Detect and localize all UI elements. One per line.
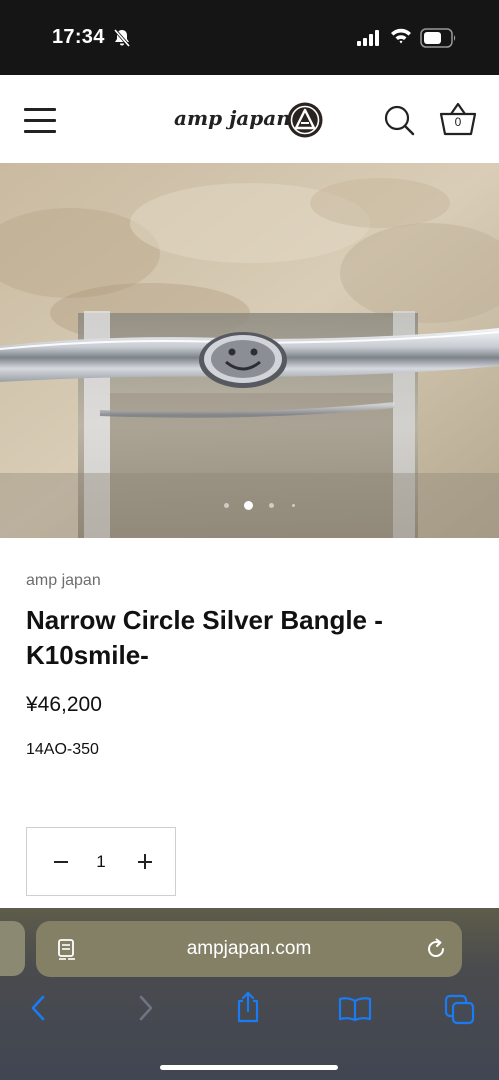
product-title: Narrow Circle Silver Bangle - K10smile- (26, 605, 383, 670)
status-bar: 17:34 (0, 0, 499, 75)
status-time: 17:34 (52, 26, 105, 48)
url-text: ampjapan.com (186, 938, 312, 959)
product-vendor[interactable]: amp japan (26, 572, 101, 590)
product-sku: 14AO-350 (26, 741, 99, 758)
battery-icon (420, 28, 458, 53)
wifi-icon (390, 27, 412, 50)
cellular-signal-icon (357, 30, 383, 51)
forward-icon[interactable] (136, 994, 156, 1027)
browser-toolbar: ampjapan.com (0, 908, 499, 1080)
amp-japan-emblem-icon (286, 101, 324, 144)
hamburger-menu-icon[interactable] (24, 108, 56, 133)
reload-icon[interactable] (424, 937, 448, 966)
bell-slash-icon (112, 28, 132, 53)
share-icon[interactable] (234, 990, 262, 1029)
bookmarks-icon[interactable] (338, 996, 372, 1027)
gallery-dot-active[interactable] (244, 501, 253, 510)
gallery-pagination[interactable] (0, 499, 499, 511)
site-header: amp japan 0 (0, 75, 499, 163)
quantity-stepper: 1 (26, 827, 176, 896)
search-icon[interactable] (383, 104, 415, 141)
logo-text: amp japan (174, 106, 291, 130)
product-image-gallery[interactable] (0, 163, 499, 538)
quantity-decrease-button[interactable] (53, 850, 71, 872)
gallery-dot[interactable] (292, 504, 295, 507)
gallery-dot[interactable] (269, 503, 274, 508)
home-indicator[interactable] (160, 1065, 338, 1070)
address-bar[interactable]: ampjapan.com (36, 921, 462, 977)
shopping-basket-icon[interactable]: 0 (438, 101, 478, 142)
quantity-value[interactable]: 1 (91, 852, 111, 872)
cart-count: 0 (454, 115, 462, 129)
back-icon[interactable] (28, 994, 48, 1027)
gallery-dot[interactable] (224, 503, 229, 508)
quantity-increase-button[interactable] (137, 850, 155, 872)
product-photo (0, 163, 499, 538)
previous-tab-preview[interactable] (0, 921, 25, 976)
product-price: ¥46,200 (26, 693, 102, 716)
tabs-icon[interactable] (444, 994, 476, 1031)
